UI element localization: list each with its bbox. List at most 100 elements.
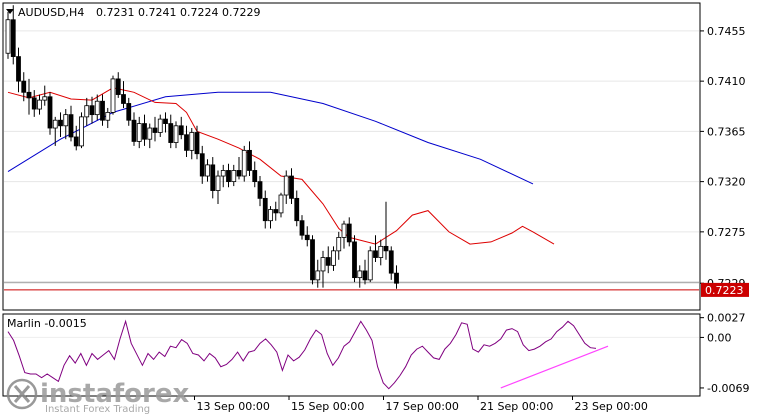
candle-body <box>325 257 331 266</box>
candle-body <box>47 96 53 129</box>
current-price-label: 0.7223 <box>705 284 744 297</box>
candle-body <box>84 105 90 118</box>
candle-body <box>131 119 137 142</box>
candle-body <box>136 123 142 142</box>
osc-axis-label: 0.0027 <box>707 312 746 325</box>
candle-body <box>157 118 163 133</box>
candle-body <box>21 80 27 93</box>
candle-body <box>5 19 11 54</box>
candle-body <box>383 245 389 252</box>
candle-body <box>52 119 58 129</box>
candle <box>110 75 116 115</box>
price-axis-label: 0.7320 <box>707 176 746 189</box>
candle-body <box>357 270 363 279</box>
candle-body <box>73 136 79 147</box>
price-axis-label: 0.7410 <box>707 75 746 88</box>
candle-body <box>42 96 48 101</box>
time-axis-label: 15 Sep 00:00 <box>291 400 364 413</box>
candle-body <box>341 223 347 238</box>
time-axis-label: 17 Sep 00:00 <box>386 400 459 413</box>
symbol-timeframe: AUDUSD,H4 <box>18 6 84 19</box>
candle-body <box>94 100 100 116</box>
time-axis-label: 23 Sep 00:00 <box>575 400 648 413</box>
candle-body <box>373 250 378 258</box>
candle-body <box>226 170 231 183</box>
candle-body <box>352 241 357 279</box>
candle-body <box>115 78 121 95</box>
candle-body <box>178 125 184 136</box>
candle-body <box>273 209 279 214</box>
candle-body <box>79 116 84 147</box>
price-axis-label: 0.7455 <box>707 25 746 38</box>
candle-body <box>289 175 294 199</box>
time-axis-label: 21 Sep 00:00 <box>480 400 553 413</box>
candle <box>79 112 84 149</box>
candle-body <box>205 164 210 177</box>
osc-axis-label: -0.0069 <box>707 382 749 395</box>
candle-body <box>121 94 126 104</box>
candle-body <box>304 234 310 241</box>
candle-body <box>262 197 268 222</box>
price-axis-label: 0.7365 <box>707 125 746 138</box>
candle-body <box>152 127 158 133</box>
candle-body <box>220 170 226 177</box>
chart-window: instaforex Instant Forex Trading AUDUSD,… <box>2 2 749 415</box>
price-axis-label: 0.7275 <box>707 226 746 239</box>
candle-body <box>63 114 69 127</box>
candle-body <box>278 194 284 214</box>
candle-body <box>336 237 342 252</box>
time-axis-label: 13 Sep 00:00 <box>197 400 270 413</box>
candle-body <box>215 175 221 191</box>
candle-body <box>26 91 32 99</box>
candle-body <box>331 250 336 266</box>
candle-body <box>58 119 63 127</box>
candle-body <box>320 257 326 272</box>
candle-body <box>378 245 384 258</box>
candle-body <box>142 123 147 140</box>
candle-body <box>105 112 111 121</box>
candle-body <box>189 132 195 151</box>
candle <box>352 235 357 283</box>
candle-body <box>31 97 37 110</box>
candle-body <box>199 153 205 177</box>
candle-body <box>299 220 305 236</box>
candle-body <box>283 175 289 196</box>
candle <box>47 92 53 135</box>
candle-body <box>257 181 263 199</box>
candle-body <box>394 272 399 284</box>
candle-body <box>247 149 252 171</box>
candle-body <box>236 170 242 177</box>
candle-body <box>163 118 168 124</box>
candle-body <box>10 19 16 57</box>
ohlc-values: 0.7231 0.7241 0.7224 0.7229 <box>96 6 260 19</box>
candle-body <box>173 125 179 143</box>
candle-body <box>367 250 373 281</box>
candle-body <box>241 149 247 177</box>
candle <box>310 235 315 285</box>
candle-body <box>168 123 174 143</box>
candle-body <box>388 250 394 274</box>
candle-body <box>310 239 315 281</box>
candle-body <box>68 114 74 138</box>
candle-body <box>194 132 200 155</box>
candle-body <box>346 223 352 243</box>
candle-body <box>252 170 258 183</box>
candle-body <box>315 270 321 281</box>
candle <box>241 145 247 182</box>
candle-body <box>16 56 21 82</box>
candle-body <box>89 105 95 116</box>
candle-body <box>147 127 153 140</box>
osc-axis-label: 0.00 <box>707 331 732 344</box>
candle-body <box>184 134 189 151</box>
candle-body <box>268 209 273 222</box>
candle-body <box>294 197 300 222</box>
candle-body <box>100 100 105 121</box>
candle-body <box>231 170 237 183</box>
price-panel <box>2 2 701 311</box>
candle <box>367 246 373 283</box>
candle-body <box>362 270 368 281</box>
watermark-tagline: Instant Forex Trading <box>45 404 150 415</box>
candle-body <box>126 103 132 121</box>
candle-body <box>110 78 116 113</box>
indicator-label: Marlin -0.0015 <box>7 317 87 330</box>
